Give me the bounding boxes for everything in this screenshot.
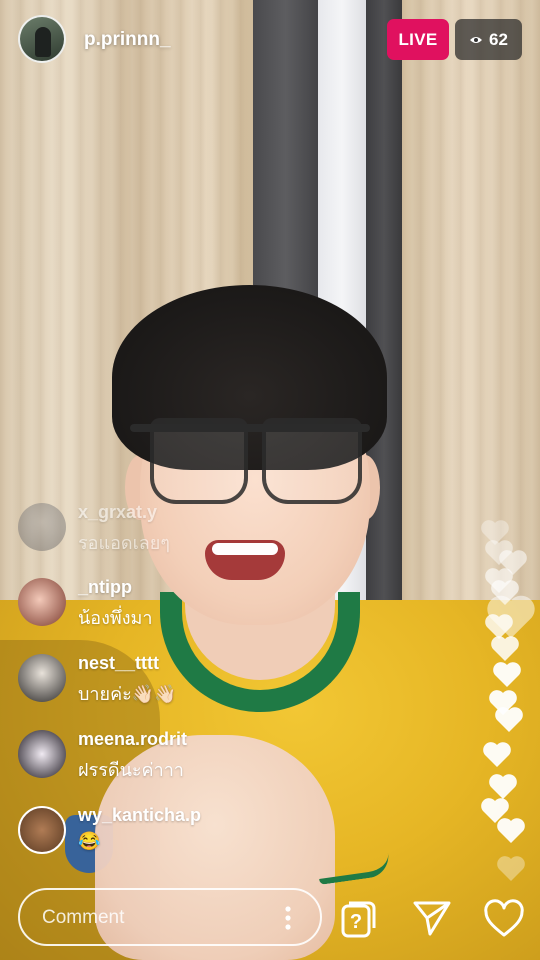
- comment-username[interactable]: meena.rodrit: [78, 729, 187, 750]
- avatar-figure: [35, 27, 51, 57]
- commenter-avatar[interactable]: [18, 806, 66, 854]
- comment-text: รอแอดเลยๆ: [78, 533, 170, 553]
- comment-text: น้องพึ่งมา: [78, 608, 153, 628]
- wall-panel-dark-2: [366, 0, 402, 640]
- comment-username[interactable]: wy_kanticha.p: [78, 805, 201, 826]
- floating-heart-icon: [491, 636, 519, 661]
- comment-username[interactable]: nest__tttt: [78, 653, 159, 674]
- floating-heart-icon: [483, 742, 511, 767]
- broadcaster-avatar[interactable]: [18, 15, 66, 63]
- questions-icon[interactable]: ?: [340, 900, 376, 938]
- comment-username[interactable]: _ntipp: [78, 577, 132, 598]
- comment-username[interactable]: x_grxat.y: [78, 502, 157, 523]
- eye-icon: [470, 36, 483, 43]
- viewer-count-badge[interactable]: 62: [455, 19, 522, 60]
- floating-heart-icon: [497, 856, 525, 881]
- floating-heart-icon: [493, 662, 521, 687]
- commenter-avatar[interactable]: [18, 503, 66, 551]
- comment-text: บายค่ะ👋🏻👋🏻: [78, 684, 177, 704]
- comment-placeholder: Comment: [42, 907, 125, 928]
- share-icon[interactable]: [412, 898, 452, 938]
- commenter-avatar[interactable]: [18, 654, 66, 702]
- more-options-icon[interactable]: [278, 904, 298, 932]
- commenter-avatar[interactable]: [18, 578, 66, 626]
- svg-text:?: ?: [350, 911, 362, 933]
- broadcaster-username[interactable]: p.prinnn_: [84, 29, 171, 51]
- floating-heart-icon: [495, 707, 523, 732]
- floating-heart-icon: [497, 818, 525, 843]
- comment-text: ฝรรดีนะค่าาา: [78, 760, 184, 780]
- viewer-count: 62: [489, 29, 508, 49]
- live-badge: LIVE: [387, 19, 449, 60]
- comment-text: 😂: [78, 831, 101, 851]
- teeth: [212, 543, 278, 555]
- commenter-avatar[interactable]: [18, 730, 66, 778]
- comment-input[interactable]: Comment: [18, 888, 322, 946]
- glasses-frame: [130, 424, 370, 432]
- heart-icon[interactable]: [483, 899, 525, 939]
